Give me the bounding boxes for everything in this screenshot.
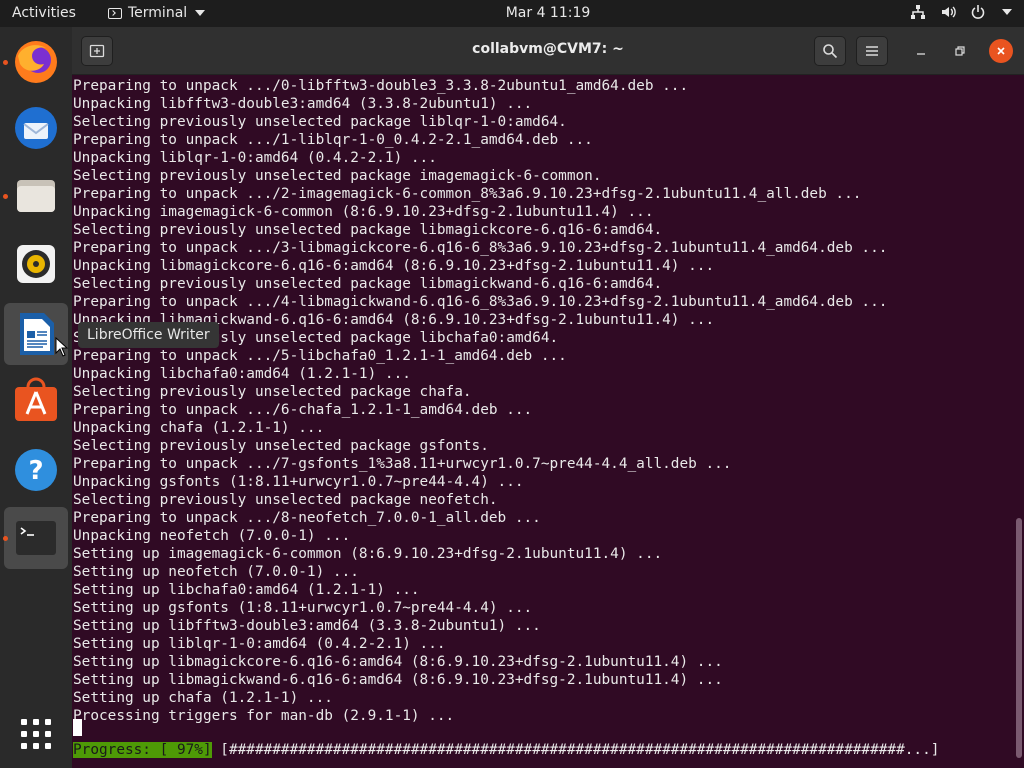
terminal-line: Unpacking liblqr-1-0:amd64 (0.4.2-2.1) .… [73, 150, 437, 166]
terminal-line: Setting up libfftw3-double3:amd64 (3.3.8… [73, 618, 541, 634]
running-indicator [3, 60, 8, 65]
terminal-line: Unpacking libmagickcore-6.q16-6:amd64 (8… [73, 258, 715, 274]
app-grid-icon [21, 719, 51, 749]
terminal-line: Selecting previously unselected package … [73, 438, 489, 454]
dock-item-files[interactable] [3, 165, 68, 227]
terminal-line: Setting up chafa (1.2.1-1) ... [73, 690, 333, 706]
terminal-line: Preparing to unpack .../3-libmagickcore-… [73, 240, 888, 256]
chevron-down-icon [1002, 9, 1012, 15]
hamburger-icon [866, 46, 878, 56]
power-icon [970, 4, 986, 20]
terminal-line: Unpacking gsfonts (1:8.11+urwcyr1.0.7~pr… [73, 474, 524, 490]
thunderbird-icon [15, 107, 57, 149]
files-icon [17, 180, 55, 212]
firefox-icon [15, 41, 57, 83]
terminal-line: Selecting previously unselected package … [73, 168, 602, 184]
terminal-line: Selecting previously unselected package … [73, 222, 663, 238]
dock-item-rhythmbox[interactable] [4, 233, 68, 295]
terminal-line: Preparing to unpack .../1-liblqr-1-0_0.4… [73, 132, 593, 148]
terminal-line: Setting up libmagickcore-6.q16-6:amd64 (… [73, 654, 723, 670]
progress-bar: [#######################################… [211, 742, 940, 758]
close-button[interactable] [989, 39, 1013, 63]
svg-text:?: ? [28, 456, 43, 486]
terminal-line: Setting up neofetch (7.0.0-1) ... [73, 564, 359, 580]
title-bar: collabvm@CVM7: ~ [72, 27, 1024, 75]
terminal-line: Unpacking imagemagick-6-common (8:6.9.10… [73, 204, 654, 220]
terminal-line: Preparing to unpack .../0-libfftw3-doubl… [73, 78, 689, 94]
dock-item-help[interactable]: ? [4, 439, 68, 501]
terminal-line: Preparing to unpack .../2-imagemagick-6-… [73, 186, 862, 202]
terminal-line: Setting up liblqr-1-0:amd64 (0.4.2-2.1) … [73, 636, 446, 652]
scrollbar-thumb[interactable] [1016, 518, 1022, 758]
terminal-line: Processing triggers for man-db (2.9.1-1)… [73, 708, 455, 724]
terminal-line: Preparing to unpack .../6-chafa_1.2.1-1_… [73, 402, 533, 418]
clock[interactable]: Mar 4 11:19 [0, 5, 1024, 21]
text-cursor [73, 719, 82, 736]
terminal-line: Preparing to unpack .../5-libchafa0_1.2.… [73, 348, 567, 364]
terminal-line: Unpacking libfftw3-double3:amd64 (3.3.8-… [73, 96, 533, 112]
running-indicator [3, 194, 8, 199]
minimize-button[interactable] [909, 39, 933, 63]
terminal-window: collabvm@CVM7: ~ Preparing to unpack ...… [72, 27, 1024, 768]
minimize-icon [917, 53, 925, 55]
close-icon [997, 47, 1005, 55]
terminal-line: Unpacking neofetch (7.0.0-1) ... [73, 528, 351, 544]
terminal-output[interactable]: Preparing to unpack .../0-libfftw3-doubl… [72, 75, 1008, 768]
network-icon [910, 4, 926, 20]
terminal-line: Setting up gsfonts (1:8.11+urwcyr1.0.7~p… [73, 600, 533, 616]
terminal-line: Setting up libmagickwand-6.q16-6:amd64 (… [73, 672, 723, 688]
terminal-line: Selecting previously unselected package … [73, 492, 498, 508]
rhythmbox-icon [17, 245, 55, 283]
dock-tooltip: LibreOffice Writer [78, 322, 219, 348]
libreoffice-writer-icon [20, 313, 54, 355]
terminal-line: Preparing to unpack .../8-neofetch_7.0.0… [73, 510, 541, 526]
terminal-line: Selecting previously unselected package … [73, 114, 567, 130]
terminal-line: Setting up imagemagick-6-common (8:6.9.1… [73, 546, 663, 562]
terminal-line: Selecting previously unselected package … [73, 276, 663, 292]
dock-item-terminal[interactable] [3, 507, 68, 569]
terminal-line: Preparing to unpack .../4-libmagickwand-… [73, 294, 888, 310]
terminal-line: Setting up libchafa0:amd64 (1.2.1-1) ... [73, 582, 420, 598]
dock-item-ubuntu-software[interactable] [4, 369, 68, 431]
running-indicator [3, 536, 8, 541]
menu-button[interactable] [856, 36, 888, 66]
terminal-line: Unpacking chafa (1.2.1-1) ... [73, 420, 325, 436]
maximize-button[interactable] [948, 39, 972, 63]
restore-icon [955, 46, 965, 56]
show-applications-button[interactable] [4, 703, 68, 765]
terminal-line: Selecting previously unselected package … [73, 384, 472, 400]
progress-label: Progress: [ 97%] [73, 742, 212, 758]
volume-icon [940, 4, 956, 20]
search-button[interactable] [814, 36, 846, 66]
help-icon: ? [15, 449, 57, 491]
scrollbar[interactable] [1014, 75, 1024, 768]
dock-item-thunderbird[interactable] [4, 97, 68, 159]
terminal-line: Unpacking libchafa0:amd64 (1.2.1-1) ... [73, 366, 411, 382]
top-bar: Activities Terminal Mar 4 11:19 [0, 0, 1024, 27]
dock-item-firefox[interactable] [3, 31, 68, 93]
terminal-icon [14, 519, 58, 557]
dock: ? [0, 27, 72, 768]
apt-progress: Progress: [ 97%] [######################… [73, 741, 939, 759]
mouse-pointer-icon [55, 337, 69, 357]
ubuntu-software-icon [15, 377, 57, 421]
terminal-line: Preparing to unpack .../7-gsfonts_1%3a8.… [73, 456, 732, 472]
search-icon [823, 44, 838, 59]
system-menu[interactable] [910, 4, 1012, 20]
